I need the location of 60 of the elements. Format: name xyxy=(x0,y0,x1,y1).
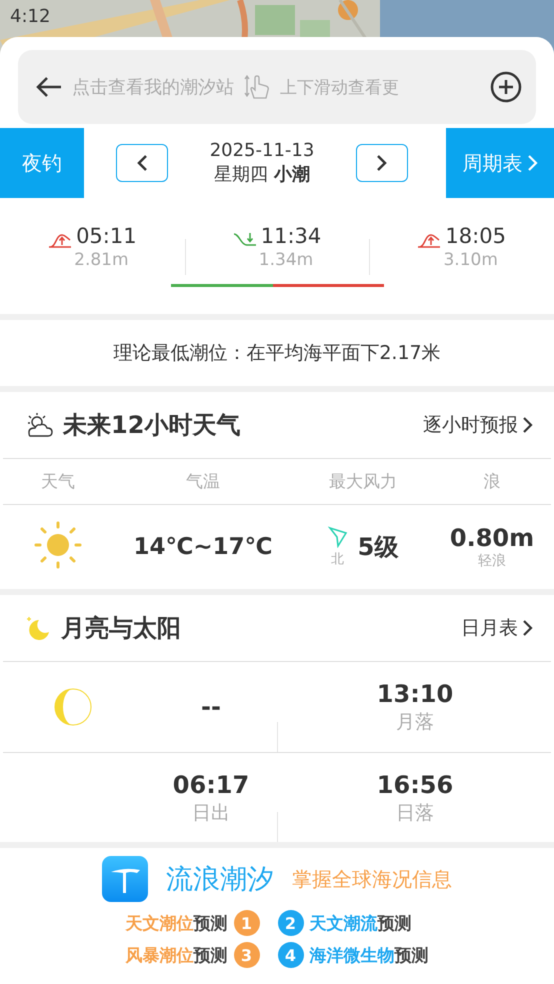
sunrise-label: 日出 xyxy=(192,800,230,826)
slogan: 掌握全球海况信息 xyxy=(292,866,452,892)
tide-fall-icon xyxy=(232,232,257,248)
wave-description: 轻浪 xyxy=(478,552,506,570)
temperature-range: 14℃~17℃ xyxy=(132,534,274,560)
sun-icon xyxy=(34,521,82,569)
moonrise-time: -- xyxy=(201,692,221,722)
number-badge: 2 xyxy=(278,910,304,936)
wind-direction: 北 xyxy=(331,551,344,568)
tide-time: 18:05 xyxy=(445,224,506,248)
sunrise-time: 06:17 xyxy=(172,770,250,800)
number-badge: 3 xyxy=(234,942,260,968)
add-icon[interactable] xyxy=(490,71,522,103)
date-text: 2025-11-13 xyxy=(210,139,314,163)
moon-phase-icon xyxy=(54,688,92,726)
chevron-right-icon xyxy=(522,619,533,637)
number-badge: 4 xyxy=(278,942,304,968)
feature-text: 风暴潮位预测 xyxy=(126,944,228,966)
status-time: 4:12 xyxy=(10,6,50,27)
weekday-tide-text: 星期四 小潮 xyxy=(214,163,310,187)
tide-time: 05:11 xyxy=(76,224,137,248)
lowest-tide-text: 理论最低潮位：在平均海平面下2.17米 xyxy=(0,320,554,386)
app-logo-icon xyxy=(102,856,148,902)
moonset-time: 13:10 xyxy=(376,679,454,709)
hourly-forecast-link[interactable]: 逐小时预报 xyxy=(423,412,533,438)
chevron-left-icon xyxy=(136,154,148,172)
chevron-right-icon xyxy=(522,416,533,434)
chevron-right-icon xyxy=(376,154,388,172)
sun-cloud-icon xyxy=(25,412,53,438)
feature-text: 天文潮流预测 xyxy=(310,912,412,934)
wind-direction-icon xyxy=(328,526,348,548)
back-arrow-icon[interactable] xyxy=(36,76,62,98)
moon-icon xyxy=(25,615,51,641)
number-badge: 1 xyxy=(234,910,260,936)
column-header: 浪 xyxy=(482,471,502,493)
previous-day-button[interactable] xyxy=(116,144,168,182)
hand-swipe-icon xyxy=(244,74,270,100)
wave-height: 0.80m xyxy=(450,524,534,552)
tide-height: 2.81m xyxy=(74,250,129,270)
column-header: 最大风力 xyxy=(328,471,398,493)
feature-text: 海洋微生物预测 xyxy=(310,944,428,966)
sunset-time: 16:56 xyxy=(376,770,454,800)
column-header: 天气 xyxy=(40,471,76,493)
tide-rise-icon xyxy=(417,232,442,248)
tide-height: 3.10m xyxy=(443,250,498,270)
sunset-label: 日落 xyxy=(396,800,434,826)
sun-moon-table-link[interactable]: 日月表 xyxy=(461,615,533,641)
app-name: 流浪潮汐 xyxy=(166,863,274,897)
ad-banner[interactable]: 流浪潮汐 掌握全球海况信息 天文潮位预测 1 2 天文潮流预测 风暴潮位预测 3 4 海洋微生物预测 xyxy=(0,848,554,984)
tide-height: 1.34m xyxy=(258,250,314,270)
feature-text: 天文潮位预测 xyxy=(126,912,228,934)
tide-time: 11:34 xyxy=(260,224,322,248)
section-title: 月亮与太阳 xyxy=(61,613,181,644)
chevron-right-icon xyxy=(526,154,538,172)
moonset-label: 月落 xyxy=(396,710,434,735)
wind-level: 5级 xyxy=(358,532,398,563)
tide-rise-icon xyxy=(48,232,72,248)
next-day-button[interactable] xyxy=(356,144,408,182)
section-title: 未来12小时天气 xyxy=(63,410,240,441)
column-header: 气温 xyxy=(185,471,221,493)
